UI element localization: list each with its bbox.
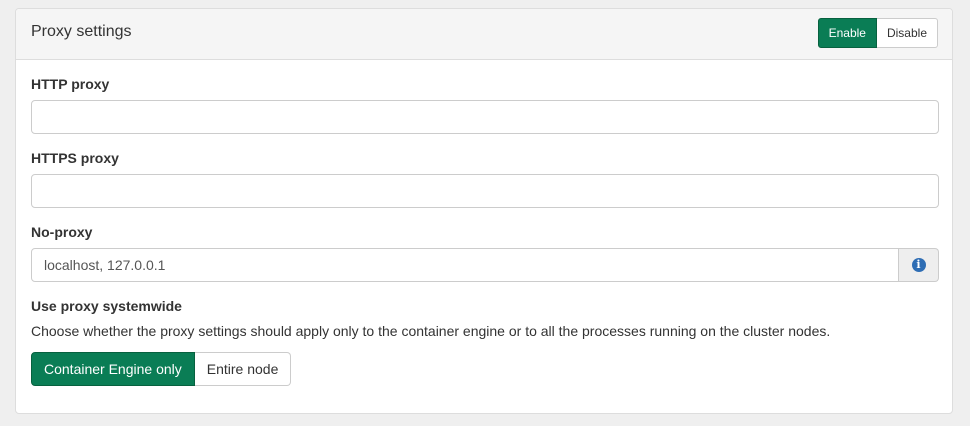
systemwide-help-text: Choose whether the proxy settings should… xyxy=(31,323,831,339)
no-proxy-info-button[interactable]: i xyxy=(899,248,939,282)
proxy-settings-panel: Proxy settings Enable Disable HTTP proxy… xyxy=(15,8,953,414)
info-icon: i xyxy=(911,258,926,272)
enable-disable-toggle: Enable Disable xyxy=(817,18,938,48)
https-proxy-input[interactable] xyxy=(31,174,939,208)
panel-heading: Proxy settings Enable Disable xyxy=(16,9,952,60)
systemwide-label: Use proxy systemwide xyxy=(31,298,182,314)
container-engine-only-button[interactable]: Container Engine only xyxy=(31,352,195,386)
https-proxy-label: HTTPS proxy xyxy=(31,150,119,166)
no-proxy-input-group: i xyxy=(31,248,939,282)
panel-title: Proxy settings xyxy=(31,23,132,40)
systemwide-choice-group: Container Engine only Entire node xyxy=(31,352,292,386)
no-proxy-label: No-proxy xyxy=(31,224,93,240)
http-proxy-label: HTTP proxy xyxy=(31,76,110,92)
http-proxy-input[interactable] xyxy=(31,100,939,134)
disable-button[interactable]: Disable xyxy=(876,18,938,48)
no-proxy-input[interactable] xyxy=(31,248,899,282)
enable-button[interactable]: Enable xyxy=(817,18,877,48)
entire-node-button[interactable]: Entire node xyxy=(194,352,292,386)
